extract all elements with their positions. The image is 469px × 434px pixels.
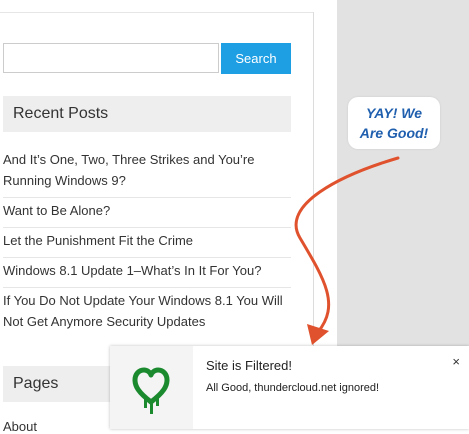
- list-item: Windows 8.1 Update 1–What’s In It For Yo…: [3, 258, 291, 288]
- callout-line-1: YAY! We: [365, 105, 422, 121]
- list-item: Want to Be Alone?: [3, 198, 291, 228]
- notification-popup: Site is Filtered! All Good, thundercloud…: [110, 346, 469, 429]
- post-link[interactable]: Let the Punishment Fit the Crime: [3, 233, 193, 248]
- list-item: If You Do Not Update Your Windows 8.1 Yo…: [3, 288, 291, 338]
- close-icon[interactable]: ×: [452, 354, 460, 369]
- post-link[interactable]: If You Do Not Update Your Windows 8.1 Yo…: [3, 293, 283, 329]
- search-input[interactable]: [3, 43, 219, 73]
- widget-panel-right-border: [313, 12, 314, 352]
- page-link-about[interactable]: About: [3, 419, 37, 434]
- recent-posts-heading: Recent Posts: [3, 96, 291, 132]
- list-item: Let the Punishment Fit the Crime: [3, 228, 291, 258]
- callout-bubble: YAY! We Are Good!: [348, 97, 440, 149]
- list-item: And It’s One, Two, Three Strikes and You…: [3, 147, 291, 198]
- widget-panel-top-border: [0, 12, 314, 13]
- pages-title: Pages: [13, 375, 59, 392]
- recent-posts-title: Recent Posts: [13, 105, 109, 122]
- search-button[interactable]: Search: [221, 43, 291, 74]
- notification-message: All Good, thundercloud.net ignored!: [206, 382, 380, 394]
- notification-title: Site is Filtered!: [206, 358, 292, 373]
- recent-posts-list: And It’s One, Two, Three Strikes and You…: [3, 147, 291, 338]
- notification-icon-box: [110, 346, 193, 429]
- post-link[interactable]: And It’s One, Two, Three Strikes and You…: [3, 152, 255, 188]
- callout-line-2: Are Good!: [359, 125, 429, 141]
- post-link[interactable]: Want to Be Alone?: [3, 203, 110, 218]
- post-link[interactable]: Windows 8.1 Update 1–What’s In It For Yo…: [3, 263, 261, 278]
- bleeding-heart-icon: [132, 367, 170, 414]
